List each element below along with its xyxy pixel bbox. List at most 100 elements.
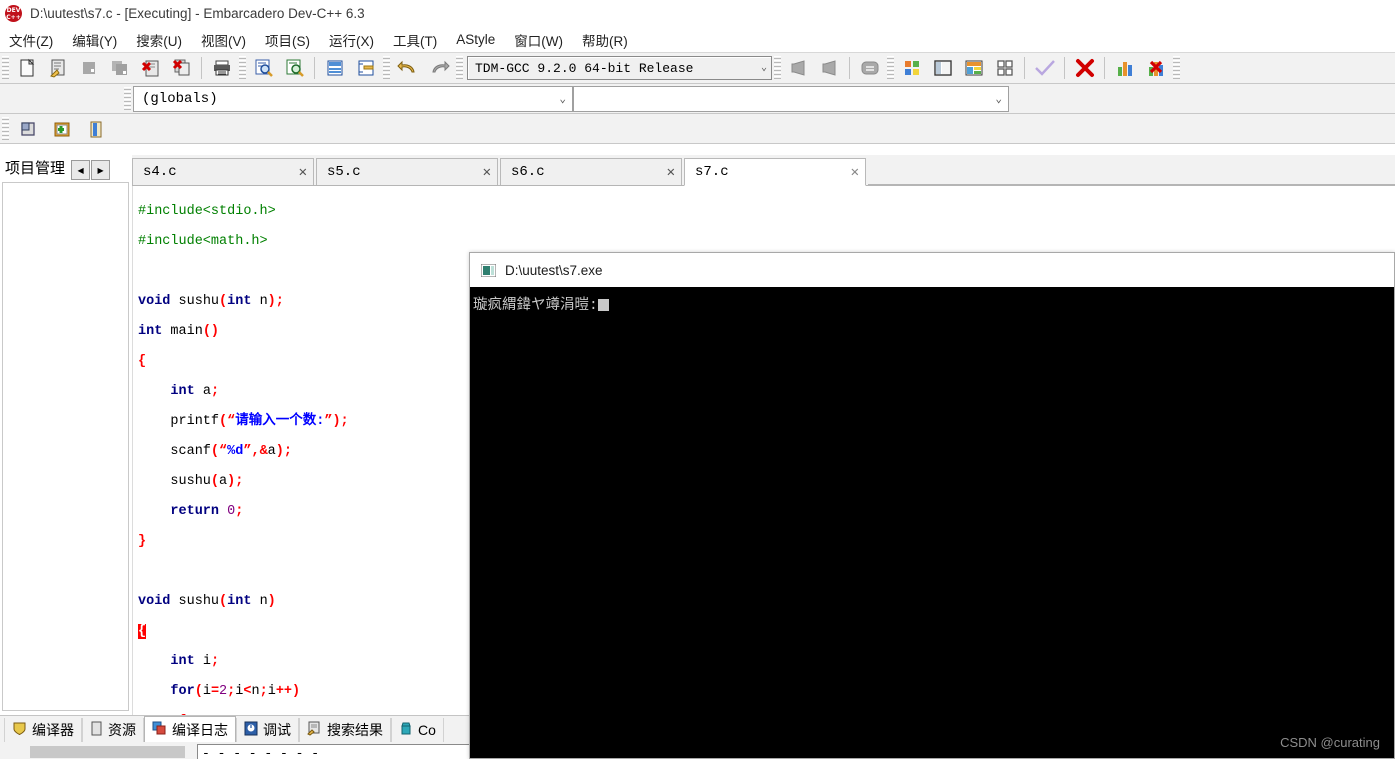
menu-project[interactable]: 项目(S): [264, 29, 311, 51]
menu-edit[interactable]: 编辑(Y): [71, 29, 118, 51]
colorize-icon[interactable]: [896, 54, 927, 82]
new-file-icon[interactable]: [11, 54, 42, 82]
chevron-down-icon[interactable]: ⌄: [995, 92, 1002, 106]
menu-search[interactable]: 搜索(U): [135, 29, 183, 51]
window-title: D:\uutest\s7.c - [Executing] - Embarcade…: [30, 6, 365, 21]
class-browser-bar: (globals) ⌄ ⌄: [0, 84, 1395, 114]
project-toolbar-grip[interactable]: [2, 116, 9, 141]
menu-file[interactable]: 文件(Z): [8, 29, 54, 51]
project-panel-tabrow: 项目管理 ◀ ▶: [0, 155, 132, 180]
console-output-area[interactable]: 璇疯緭鍏ヤ竴涓暟:: [470, 287, 1394, 758]
secondbar-grip[interactable]: [124, 86, 131, 111]
menu-view[interactable]: 视图(V): [200, 29, 247, 51]
scope-combo[interactable]: (globals) ⌄: [133, 85, 573, 112]
app-logo-icon: DEV C++: [5, 5, 22, 22]
menu-astyle[interactable]: AStyle: [455, 31, 496, 48]
project-panel: 项目管理 ◀ ▶: [0, 155, 132, 715]
profile-icon[interactable]: [927, 54, 958, 82]
member-combo[interactable]: ⌄: [573, 85, 1009, 112]
close-icon[interactable]: ✕: [667, 164, 675, 181]
bottom-tab-label: 编译器: [32, 722, 74, 738]
undo-icon[interactable]: [392, 54, 423, 82]
close-all-icon[interactable]: [166, 54, 197, 82]
close-icon[interactable]: ✕: [483, 164, 491, 181]
console-title: D:\uutest\s7.exe: [505, 262, 603, 278]
bottom-tab-close[interactable]: Co: [391, 718, 444, 742]
project-options-icon[interactable]: [79, 116, 113, 142]
toolbar-grip[interactable]: [2, 56, 9, 80]
menu-help[interactable]: 帮助(R): [581, 29, 629, 51]
editor-tab-s4[interactable]: s4.c ✕: [132, 158, 314, 185]
compiler-set-value: TDM-GCC 9.2.0 64-bit Release: [475, 60, 694, 76]
toolbar-grip-3[interactable]: [383, 56, 390, 80]
project-panel-next-button[interactable]: ▶: [91, 160, 111, 180]
code-line: #include<math.h>: [138, 234, 268, 249]
menu-tools[interactable]: 工具(T): [392, 29, 438, 51]
bottom-tab-search-results[interactable]: 搜索结果: [299, 718, 391, 742]
project-tree[interactable]: [2, 182, 129, 711]
chevron-down-icon[interactable]: ⌄: [559, 92, 566, 106]
toolbar-separator-4: [1024, 57, 1025, 79]
code-line: #include<stdio.h>: [138, 204, 276, 219]
goto-line-icon[interactable]: [319, 54, 350, 82]
rebuild-icon[interactable]: [958, 54, 989, 82]
redo-icon: [423, 54, 454, 82]
console-window[interactable]: D:\uutest\s7.exe 璇疯緭鍏ヤ竴涓暟: CSDN @curatin…: [469, 252, 1395, 759]
console-cursor: [597, 299, 609, 311]
resource-icon: [90, 721, 103, 739]
editor-tab-label: s5.c: [327, 164, 361, 180]
editor-tabbar-filler: [868, 158, 1395, 185]
new-project-icon[interactable]: [11, 116, 45, 142]
add-to-project-icon[interactable]: [45, 116, 79, 142]
app-logo-bottom: C++: [6, 13, 21, 21]
menu-window[interactable]: 窗口(W): [513, 29, 564, 51]
replace-icon[interactable]: [279, 54, 310, 82]
toolbar-grip-6[interactable]: [887, 56, 894, 80]
bottom-tab-compile-log[interactable]: 编译日志: [144, 716, 236, 742]
delete-profile-icon[interactable]: [1140, 54, 1171, 82]
toolbar-grip-2[interactable]: [239, 56, 246, 80]
log-icon: [152, 721, 167, 739]
scope-value: (globals): [142, 90, 218, 107]
bottom-tab-compiler[interactable]: 编译器: [4, 718, 82, 742]
close-icon[interactable]: ✕: [299, 164, 307, 181]
run-icon: [814, 54, 845, 82]
bottom-tab-resource[interactable]: 资源: [82, 718, 144, 742]
console-output-text: 璇疯緭鍏ヤ竴涓暟:: [473, 298, 598, 314]
close-file-icon[interactable]: [135, 54, 166, 82]
toolbar-grip-5[interactable]: [774, 56, 781, 80]
stop-execution-icon[interactable]: [1069, 54, 1100, 82]
close-panel-icon: [399, 721, 413, 739]
chevron-down-icon[interactable]: ⌄: [755, 62, 767, 74]
compile-icon: [783, 54, 814, 82]
toolbar-separator-2: [314, 57, 315, 79]
editor-tab-label: s7.c: [695, 164, 729, 180]
print-icon[interactable]: [206, 54, 237, 82]
editor-tab-s5[interactable]: s5.c ✕: [316, 158, 498, 185]
search-result-icon: [307, 721, 322, 739]
toolbar-grip-7[interactable]: [1173, 56, 1180, 80]
project-panel-tab[interactable]: 项目管理: [0, 156, 70, 180]
close-icon[interactable]: ✕: [851, 164, 859, 181]
compile-run-icon: [854, 54, 885, 82]
bottom-tab-label: 调试: [263, 722, 291, 738]
profile-analysis-icon[interactable]: [1109, 54, 1140, 82]
toolbar-grip-4[interactable]: [456, 56, 463, 80]
menu-run[interactable]: 运行(X): [328, 29, 375, 51]
main-toolbar: TDM-GCC 9.2.0 64-bit Release ⌄: [0, 52, 1395, 84]
console-title-bar[interactable]: D:\uutest\s7.exe: [470, 253, 1394, 287]
program-icon[interactable]: [989, 54, 1020, 82]
bottom-tab-debug[interactable]: 调试: [236, 718, 299, 742]
indent-icon[interactable]: [350, 54, 381, 82]
editor-tab-s7[interactable]: s7.c ✕: [684, 158, 866, 186]
editor-tab-s6[interactable]: s6.c ✕: [500, 158, 682, 185]
bottom-tab-label: Co: [418, 722, 436, 738]
compiler-set-combo[interactable]: TDM-GCC 9.2.0 64-bit Release ⌄: [467, 56, 772, 80]
debug-icon: [244, 721, 258, 739]
open-file-icon[interactable]: [42, 54, 73, 82]
save-file-icon: [73, 54, 104, 82]
check-syntax-icon[interactable]: [1029, 54, 1060, 82]
find-icon[interactable]: [248, 54, 279, 82]
project-panel-prev-button[interactable]: ◀: [71, 160, 91, 180]
bottom-panel-progress: [30, 746, 185, 758]
